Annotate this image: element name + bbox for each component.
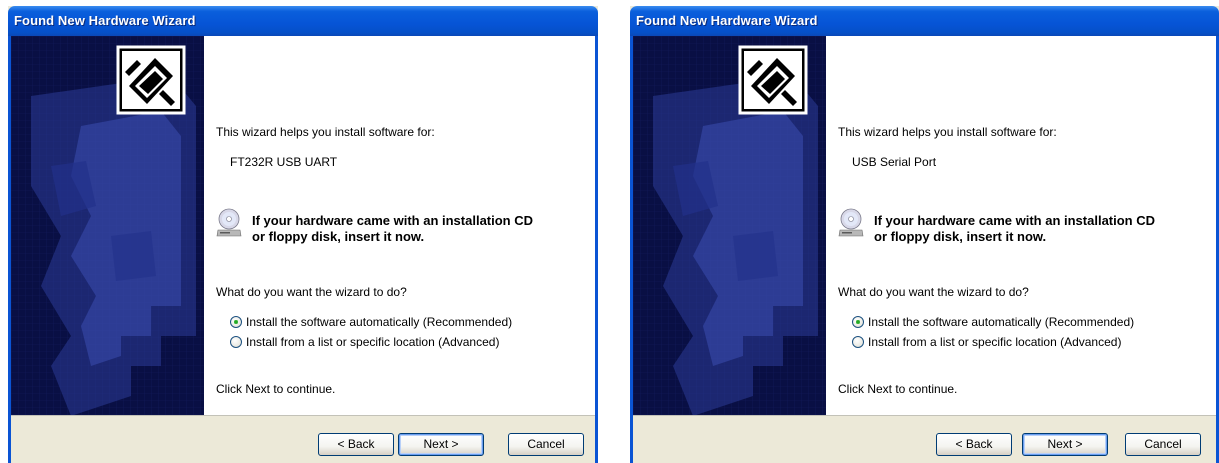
intro-text: This wizard helps you install software f… bbox=[838, 125, 1057, 139]
wizard-side-graphic bbox=[633, 36, 826, 415]
cd-message-line2: or floppy disk, insert it now. bbox=[874, 229, 1047, 244]
cd-message-line1: If your hardware came with an installati… bbox=[874, 213, 1156, 228]
footer-hint: Click Next to continue. bbox=[216, 382, 336, 396]
option-install-from-list[interactable]: Install from a list or specific location… bbox=[230, 335, 499, 349]
hardware-card-icon bbox=[738, 45, 808, 115]
next-button[interactable]: Next > bbox=[1022, 433, 1108, 456]
radio-button-selected[interactable] bbox=[852, 316, 864, 328]
wizard-side-graphic bbox=[11, 36, 204, 415]
cd-drive-icon bbox=[838, 208, 864, 237]
footer-hint: Click Next to continue. bbox=[838, 382, 958, 396]
question-text: What do you want the wizard to do? bbox=[216, 285, 407, 299]
cancel-button[interactable]: Cancel bbox=[1125, 433, 1201, 456]
option-label: Install from a list or specific location… bbox=[868, 335, 1122, 349]
window-title: Found New Hardware Wizard bbox=[636, 13, 818, 28]
wizard-content: This wizard helps you install software f… bbox=[826, 36, 1216, 415]
button-bar: < Back Next > Cancel bbox=[633, 416, 1216, 463]
cd-message-line1: If your hardware came with an installati… bbox=[252, 213, 534, 228]
hardware-card-icon bbox=[116, 45, 186, 115]
next-button[interactable]: Next > bbox=[398, 433, 484, 456]
radio-button[interactable] bbox=[230, 336, 242, 348]
window-border-right bbox=[595, 36, 598, 463]
back-button[interactable]: < Back bbox=[318, 433, 394, 456]
wizard-window-right: Found New Hardware Wizard This wizard he… bbox=[630, 6, 1219, 463]
option-install-automatically[interactable]: Install the software automatically (Reco… bbox=[230, 315, 512, 329]
option-install-automatically[interactable]: Install the software automatically (Reco… bbox=[852, 315, 1134, 329]
radio-button[interactable] bbox=[852, 336, 864, 348]
cd-drive-icon bbox=[216, 208, 242, 237]
device-name: FT232R USB UART bbox=[230, 155, 338, 169]
cancel-button[interactable]: Cancel bbox=[508, 433, 584, 456]
window-title: Found New Hardware Wizard bbox=[14, 13, 196, 28]
question-text: What do you want the wizard to do? bbox=[838, 285, 1029, 299]
wizard-content: This wizard helps you install software f… bbox=[204, 36, 595, 415]
option-label: Install from a list or specific location… bbox=[246, 335, 500, 349]
option-label: Install the software automatically (Reco… bbox=[868, 315, 1135, 329]
back-button[interactable]: < Back bbox=[936, 433, 1012, 456]
intro-text: This wizard helps you install software f… bbox=[216, 125, 435, 139]
title-bar[interactable]: Found New Hardware Wizard bbox=[630, 6, 1219, 36]
button-bar: < Back Next > Cancel bbox=[11, 416, 595, 463]
wizard-window-left: Found New Hardware Wizard This wizard he… bbox=[8, 6, 598, 463]
option-install-from-list[interactable]: Install from a list or specific location… bbox=[852, 335, 1121, 349]
device-name: USB Serial Port bbox=[852, 155, 937, 169]
title-bar[interactable]: Found New Hardware Wizard bbox=[8, 6, 598, 36]
option-label: Install the software automatically (Reco… bbox=[246, 315, 513, 329]
radio-button-selected[interactable] bbox=[230, 316, 242, 328]
cd-message-line2: or floppy disk, insert it now. bbox=[252, 229, 425, 244]
